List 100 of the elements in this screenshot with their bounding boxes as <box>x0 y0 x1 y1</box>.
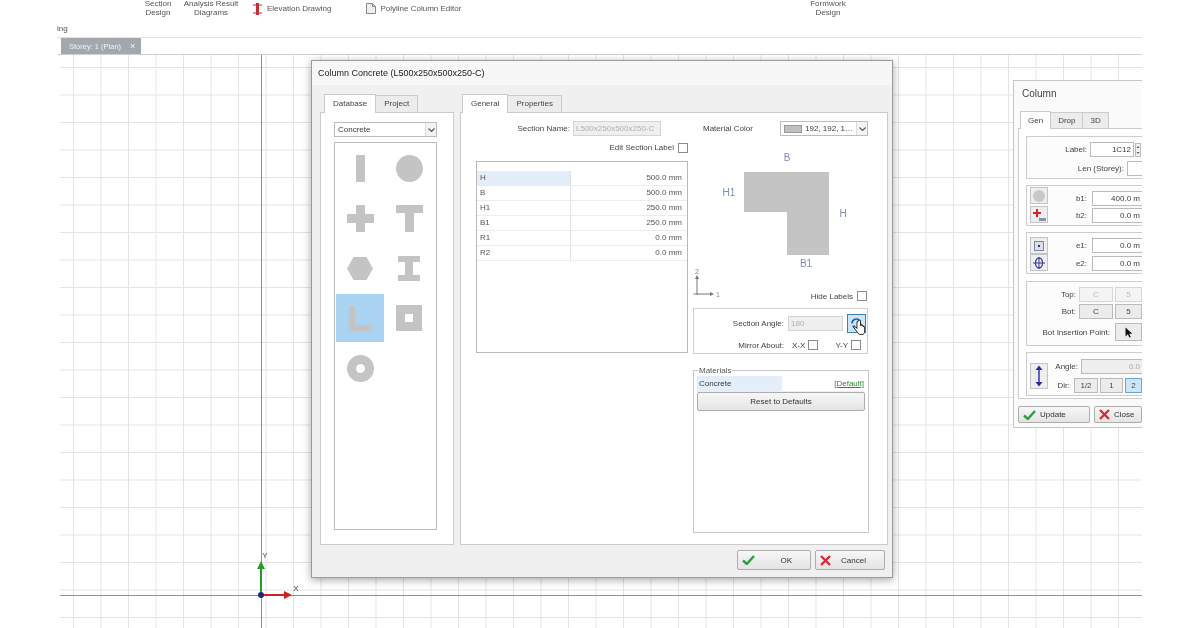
mirror-about-label: Mirror About: <box>738 340 785 350</box>
label-field[interactable]: 1C12 <box>1090 142 1134 157</box>
eccentricity-field-label: e2: <box>1074 259 1088 268</box>
material-color-label: Material Color <box>703 124 753 133</box>
insertion-point-label: Bot Insertion Point: <box>1041 327 1111 337</box>
property-value-cell[interactable]: 500.0 mm <box>571 186 687 200</box>
dimension-label: B <box>783 152 791 163</box>
direction-option[interactable]: 1 <box>1100 378 1123 393</box>
panel-tab[interactable]: Gen <box>1020 111 1052 129</box>
property-value-cell[interactable]: 250.0 mm <box>571 201 687 215</box>
color-swatch-icon <box>784 124 802 133</box>
ribbon-button[interactable]: Analysis Result Diagrams <box>180 0 242 17</box>
plus-icon <box>1032 208 1046 221</box>
tool-button[interactable] <box>1030 206 1048 223</box>
property-value-cell[interactable]: 250.0 mm <box>571 216 687 230</box>
size-field[interactable]: 400.0 m <box>1092 191 1142 206</box>
material-color-dropdown[interactable]: 192, 192, 1… <box>780 121 868 136</box>
property-name-cell[interactable]: R1 <box>477 231 571 245</box>
default-link[interactable]: [Default] <box>834 379 864 388</box>
chevron-down-icon <box>858 126 866 131</box>
size-field[interactable]: 0.0 m <box>1092 208 1142 223</box>
tool-button[interactable] <box>1030 254 1048 271</box>
angle-section-icon <box>348 305 372 331</box>
property-name-cell[interactable]: B <box>477 186 571 200</box>
axis-label: Y <box>262 551 268 560</box>
cross-section-icon <box>346 204 374 232</box>
size-field-label: b2: <box>1074 211 1088 220</box>
length-field-label: Len (Storey): <box>1076 164 1124 173</box>
circle-icon <box>1033 189 1045 202</box>
cap-button[interactable]: 5 <box>1115 304 1142 319</box>
cross-mark-icon <box>820 554 831 566</box>
angle-field-label: Angle: <box>1054 362 1078 371</box>
eccentricity-field-label: e1: <box>1074 241 1088 250</box>
rectangle-section-icon <box>355 154 365 182</box>
document-icon <box>366 3 377 14</box>
checkbox[interactable] <box>678 142 688 153</box>
eccentricity-field[interactable]: 0.0 m <box>1092 256 1142 271</box>
library-tab[interactable]: Database <box>324 94 377 113</box>
checkbox[interactable] <box>857 291 867 301</box>
hide-labels-text: Hide Labels <box>810 291 853 301</box>
panel-tab[interactable]: 3D <box>1082 112 1109 128</box>
ribbon-button[interactable]: Elevation Drawing <box>253 3 332 15</box>
hand-cursor-icon <box>853 320 865 336</box>
box-section-icon <box>396 305 422 331</box>
direction-option[interactable]: 2 <box>1125 378 1142 393</box>
property-name-cell[interactable]: R2 <box>477 246 571 260</box>
close-button[interactable]: Close <box>1094 406 1142 423</box>
reset-to-defaults-button[interactable]: Reset to Defaults <box>697 392 865 411</box>
tool-button[interactable] <box>1030 363 1048 389</box>
length-field[interactable] <box>1127 161 1142 176</box>
checkbox[interactable] <box>851 340 861 350</box>
column-icon <box>253 3 262 15</box>
mirror-option-label: Y-Y <box>835 340 848 350</box>
material-name-cell[interactable]: Concrete <box>697 376 782 391</box>
origin-marker-icon <box>258 592 264 598</box>
ribbon-button[interactable]: Polyline Column Editor <box>366 3 462 14</box>
partial-label: ing <box>57 24 68 33</box>
dialog-title: Column Concrete (L500x250x500x250-C) <box>312 61 892 85</box>
cancel-button[interactable]: Cancel <box>815 550 885 570</box>
i-beam-section-icon <box>398 255 420 281</box>
section-tab[interactable]: Properties <box>507 95 562 112</box>
panel-title: Column <box>1022 87 1057 101</box>
label-field-label: Label: <box>1064 145 1087 154</box>
property-value-cell[interactable]: 500.0 mm <box>571 171 687 185</box>
chevron-down-icon <box>427 127 435 132</box>
material-dropdown[interactable]: Concrete <box>334 122 437 137</box>
square-icon <box>1034 240 1044 251</box>
hexagon-section-icon <box>347 256 373 280</box>
ring-section-icon <box>346 354 374 382</box>
property-name-cell[interactable]: H1 <box>477 201 571 215</box>
circle-section-icon <box>395 154 423 182</box>
cap-row-label: Top: <box>1059 290 1076 299</box>
direction-label: Dir: <box>1056 381 1071 390</box>
property-value-cell[interactable]: 0.0 mm <box>571 231 687 245</box>
checkmark-icon <box>1023 409 1036 420</box>
crosshair-icon <box>1033 256 1045 269</box>
section-tab[interactable]: General <box>462 94 509 113</box>
library-tab[interactable]: Project <box>375 95 419 112</box>
checkbox[interactable] <box>808 340 819 350</box>
direction-option[interactable]: 1/2 <box>1074 378 1098 393</box>
axis-arrows-icon <box>693 275 714 296</box>
spin-arrows-icon[interactable] <box>1135 142 1141 157</box>
size-field-label: b1: <box>1074 194 1088 203</box>
ribbon-button[interactable]: Section Design <box>138 0 178 17</box>
insertion-point-button[interactable] <box>1115 323 1142 341</box>
section-angle-label: Section Angle: <box>732 319 784 328</box>
axis-label: X <box>293 584 299 593</box>
eccentricity-field[interactable]: 0.0 m <box>1092 238 1142 253</box>
ribbon-button[interactable]: Formwork Design <box>806 0 850 17</box>
property-value-cell[interactable]: 0.0 mm <box>571 246 687 260</box>
update-button[interactable]: Update <box>1018 406 1090 423</box>
checkmark-icon <box>742 555 755 565</box>
property-name-cell[interactable]: H <box>477 171 571 185</box>
cap-button[interactable]: C <box>1079 304 1113 319</box>
ok-button[interactable]: OK <box>737 550 811 570</box>
tee-section-icon <box>395 204 423 232</box>
property-name-cell[interactable]: B1 <box>477 216 571 230</box>
section-name-label: Section Name: <box>517 124 570 133</box>
materials-legend: Materials <box>698 366 733 375</box>
mirror-option-label: X-X <box>792 340 806 350</box>
